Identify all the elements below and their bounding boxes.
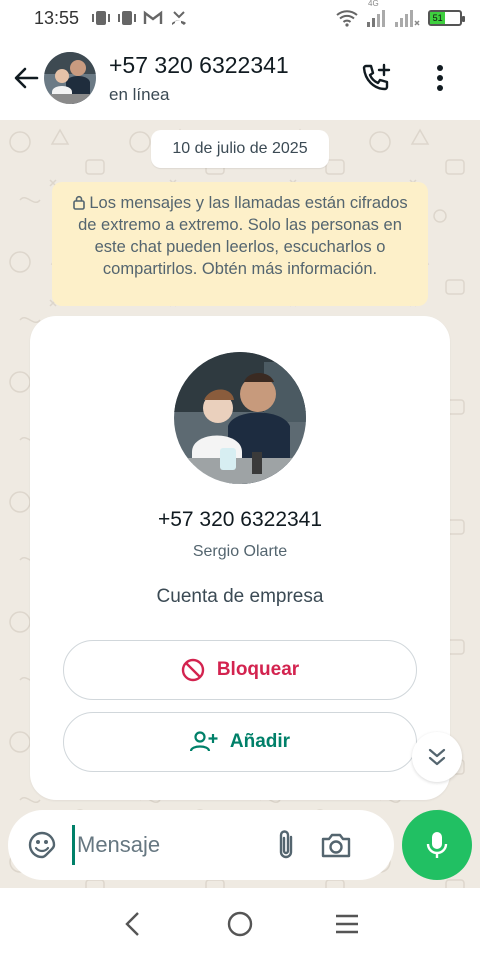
chat-area[interactable]: 10 de julio de 2025 Los mensajes y las l… [0,120,480,888]
status-indicators: 4G 51 [336,0,465,27]
card-phone-number: +57 320 6322341 [157,508,323,531]
system-nav-bar [0,888,480,960]
scroll-to-bottom-button[interactable] [412,732,462,782]
add-contact-button[interactable]: Añadir [63,712,417,772]
chat-header: +57 320 6322341 en línea [0,36,480,120]
more-options-button[interactable] [420,58,460,98]
back-arrow-icon [14,67,39,89]
emoji-sticker-button[interactable] [22,825,62,865]
camera-button[interactable] [316,825,356,865]
status-time: 13:55 [34,7,80,28]
encryption-notice-text: Los mensajes y las llamadas están cifrad… [78,194,408,278]
gmail-icon [143,10,163,24]
back-nav-icon [125,912,140,936]
missed-call-icon [172,11,187,25]
encryption-notice[interactable]: Los mensajes y las llamadas están cifrad… [52,182,428,306]
profile-photo [44,52,96,104]
notification-icons [91,9,189,27]
contact-name: +57 320 6322341 [109,51,289,78]
card-contact-name: Sergio Olarte [192,543,288,560]
vibrate-icon [92,11,111,25]
message-input[interactable] [72,825,252,865]
nav-recents-button[interactable] [322,899,372,949]
add-call-button[interactable] [356,58,396,98]
signal-icon [395,10,420,27]
nav-home-button[interactable] [215,899,265,949]
nav-back-button[interactable] [108,899,158,949]
block-button-label: Bloquear [216,659,300,680]
voice-message-button[interactable] [402,810,472,880]
add-person-icon [189,731,218,752]
add-button-label: Añadir [229,731,291,752]
battery-icon: 51 [428,10,465,26]
paperclip-icon [279,830,293,859]
header-actions [356,58,460,98]
add-call-icon [362,63,391,91]
network-type-label: 4G [368,0,379,8]
battery-level-text: 51 [432,13,443,23]
status-bar: 13:55 4G 51 [0,0,480,36]
vibrate-icon [118,11,137,25]
avatar[interactable] [44,52,96,104]
signal-4g: 4G [366,0,386,27]
profile-photo [174,352,306,484]
camera-icon [321,833,351,858]
back-button[interactable] [6,58,46,98]
attach-button[interactable] [266,825,306,865]
lock-icon [73,195,86,210]
contact-status: en línea [109,84,170,104]
double-chevron-down-icon [428,748,446,766]
wifi-icon [336,10,358,27]
card-account-type: Cuenta de empresa [156,586,324,607]
home-nav-icon [227,911,253,937]
microphone-icon [426,832,448,858]
signal-icon [367,10,385,27]
block-icon [181,658,205,682]
contact-card: +57 320 6322341 Sergio Olarte Cuenta de … [30,316,450,800]
message-input-bar [8,810,394,880]
recents-nav-icon [335,914,358,934]
contact-info[interactable]: +57 320 6322341 en línea [109,52,289,105]
contact-avatar-large[interactable] [174,352,306,484]
sticker-icon [28,831,56,859]
date-chip: 10 de julio de 2025 [151,130,329,168]
battery-level: 51 [430,12,446,24]
block-button[interactable]: Bloquear [63,640,417,700]
more-vertical-icon [437,65,443,91]
